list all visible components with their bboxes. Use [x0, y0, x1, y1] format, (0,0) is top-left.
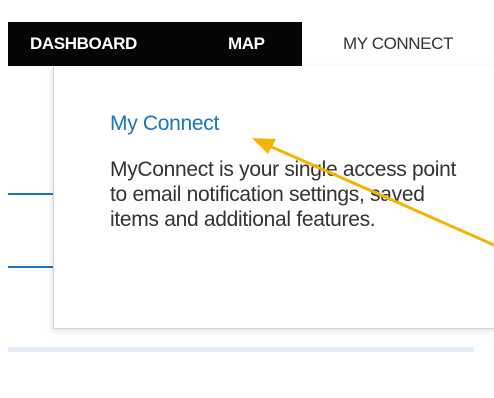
background-link-underline — [8, 193, 56, 195]
background-link-underline — [8, 266, 56, 268]
tab-dashboard[interactable]: DASHBOARD — [30, 22, 137, 66]
top-navigation-bar: DASHBOARD MAP MY CONNECT — [8, 22, 494, 66]
tab-my-connect[interactable]: MY CONNECT — [302, 22, 494, 66]
tab-map[interactable]: MAP — [228, 22, 265, 66]
my-connect-description: MyConnect is your single access point to… — [110, 158, 457, 231]
my-connect-link[interactable]: My Connect — [110, 112, 219, 136]
background-divider — [8, 347, 474, 352]
my-connect-dropdown-panel: My Connect MyConnect is your single acce… — [53, 66, 494, 329]
